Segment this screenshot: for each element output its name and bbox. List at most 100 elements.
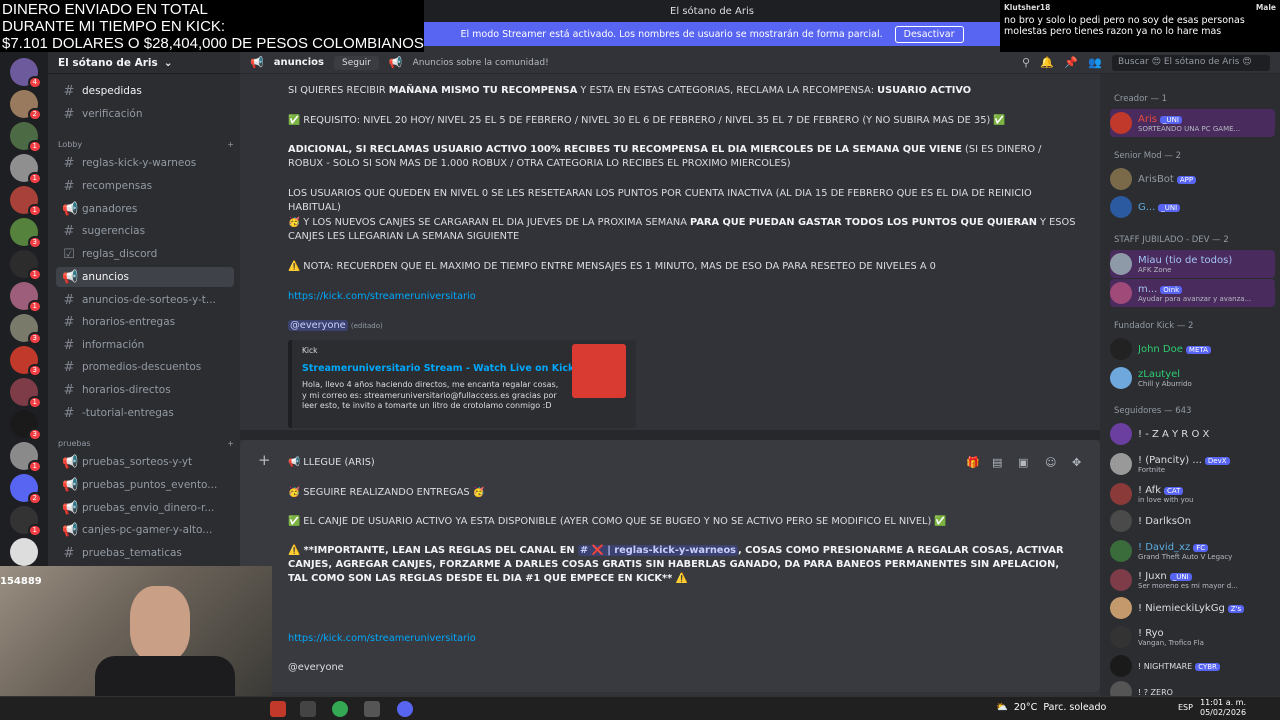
channel-item[interactable]: # información	[56, 335, 234, 355]
everyone-mention[interactable]: @everyone	[288, 320, 348, 331]
plus-icon[interactable]: +	[227, 439, 234, 448]
member-item[interactable]: ! David_xz FC Grand Theft Auto V Legacy	[1110, 537, 1275, 565]
os-taskbar: ⛅ 20°C Parc. soleado ESP 11:01 a. m. 05/02/…	[0, 696, 1280, 720]
avatar	[1110, 338, 1132, 360]
plus-icon[interactable]: +	[227, 140, 234, 149]
plus-icon[interactable]: +	[258, 451, 271, 469]
deactivate-streamer-button[interactable]: Desactivar	[894, 25, 964, 43]
channel-item[interactable]: # anuncios-de-sorteos-y-t...	[56, 290, 234, 310]
message-area: SI QUIERES RECIBIR MAÑANA MISMO TU RECOM…	[240, 74, 1100, 696]
app-icon[interactable]	[364, 701, 380, 717]
weather-widget[interactable]: ⛅ 20°C Parc. soleado	[996, 702, 1106, 713]
app-icon[interactable]	[270, 701, 286, 717]
server-icon[interactable]	[10, 538, 38, 566]
channel-item[interactable]: 📢 canjes-pc-gamer-y-alto...	[56, 520, 234, 540]
server-icon[interactable]: 1	[10, 506, 42, 537]
message-line: ✅ REQUISITO: NIVEL 20 HOY/ NIVEL 25 EL 5…	[288, 115, 1006, 126]
channel-item[interactable]: # pruebas_tematicas	[56, 543, 234, 563]
members-icon[interactable]: 👥	[1088, 56, 1102, 69]
server-icon[interactable]: 1	[10, 186, 42, 217]
server-icon[interactable]: 1	[10, 282, 42, 313]
search-input[interactable]: Buscar 😍 El sótano de Aris 😍	[1112, 55, 1270, 71]
channel-mention[interactable]: # ❌ | reglas-kick-y-warneos	[578, 545, 739, 556]
member-item[interactable]: zLautyel Chill y Aburrido	[1110, 364, 1275, 392]
server-icon[interactable]: 1	[10, 442, 42, 473]
chrome-icon[interactable]	[332, 701, 348, 717]
embed-description: Hola, llevo 4 años haciendo directos, me…	[302, 380, 559, 410]
role-header: STAFF JUBILADO - DEV — 2	[1114, 235, 1229, 245]
message-composer[interactable]: + 🎁 ▤ ▣ ☺ ✥ 📢 LLEGUE (ARIS) 🥳 SEGUIRE RE…	[240, 440, 1100, 692]
window-titlebar: El sótano de Aris	[424, 0, 1000, 22]
channel-item[interactable]: # verificación	[56, 104, 234, 124]
megaphone-icon: 📢	[250, 56, 264, 69]
member-item[interactable]: Miau (tio de todos) AFK Zone	[1110, 250, 1275, 278]
channel-item-selected[interactable]: 📢 anuncios	[56, 267, 234, 287]
embed-thumbnail[interactable]	[572, 344, 626, 398]
member-item[interactable]: John Doe META	[1110, 335, 1275, 363]
channel-item[interactable]: # despedidas	[56, 81, 234, 101]
language-indicator[interactable]: ESP	[1178, 703, 1193, 712]
channel-item[interactable]: 📢 pruebas_envio_dinero-r...	[56, 498, 234, 518]
member-item[interactable]: ! - Z A Y R O X	[1110, 420, 1275, 448]
server-icon[interactable]: 3	[10, 314, 42, 345]
member-item[interactable]: Aris _UNI SORTEANDO UNA PC GAME...	[1110, 109, 1275, 137]
server-icon[interactable]: 3	[10, 346, 42, 377]
member-item[interactable]: ! Afk CAT in love with you	[1110, 480, 1275, 508]
message-link[interactable]: https://kick.com/streameruniversitario	[288, 290, 1078, 304]
member-item[interactable]: ! DarlksOn	[1110, 507, 1275, 535]
server-icon[interactable]: 1	[10, 154, 42, 185]
server-header[interactable]: El sótano de Aris ⌄	[48, 52, 240, 74]
member-item[interactable]: ! Juxn _UNI Ser moreno es mi mayor d...	[1110, 566, 1275, 594]
sun-icon: ⛅	[996, 702, 1008, 713]
channel-item[interactable]: # promedios-descuentos	[56, 357, 234, 377]
server-icon[interactable]: 1	[10, 250, 42, 281]
channel-item[interactable]: # -tutorial-entregas	[56, 403, 234, 423]
server-icon[interactable]: 4	[10, 58, 42, 89]
follow-button[interactable]: Seguir	[334, 55, 379, 70]
channel-item[interactable]: 📢 pruebas_puntos_evento...	[56, 475, 234, 495]
avatar	[1110, 112, 1132, 134]
channel-item[interactable]: # sugerencias	[56, 221, 234, 241]
member-item[interactable]: ! Ryo Vangan, Trofico Fla	[1110, 623, 1275, 651]
pin-icon[interactable]: 📌	[1064, 56, 1078, 69]
server-icon[interactable]: 2	[10, 474, 42, 505]
server-icon[interactable]: 1	[10, 378, 42, 409]
app-icon[interactable]	[300, 701, 316, 717]
draft-link[interactable]: https://kick.com/streameruniversitario	[288, 632, 1078, 646]
channel-item[interactable]: # horarios-directos	[56, 380, 234, 400]
message-line: ⚠️ NOTA: RECUERDEN QUE EL MAXIMO DE TIEM…	[288, 261, 936, 272]
overlay-line-2: DURANTE MI TIEMPO EN KICK:	[2, 18, 226, 35]
channel-item[interactable]: 📢 pruebas_sorteos-y-yt	[56, 452, 234, 472]
server-icon[interactable]: 1	[10, 122, 42, 153]
avatar	[1110, 626, 1132, 648]
category-lobby[interactable]: Lobby +	[58, 140, 234, 149]
channel-item[interactable]: # horarios-entregas	[56, 312, 234, 332]
avatar	[1110, 282, 1132, 304]
server-icon[interactable]: 3	[10, 410, 42, 441]
member-item[interactable]: G... _UNI	[1110, 193, 1275, 221]
bell-icon[interactable]: 🔔	[1040, 56, 1054, 69]
channel-item[interactable]: 📢 ganadores	[56, 199, 234, 219]
stream-chat-overlay: Klutsher18 Male no bro y solo lo pedi per…	[1000, 0, 1280, 52]
member-list: Creador — 1 Aris _UNI SORTEANDO UNA PC GAM…	[1100, 74, 1280, 703]
category-pruebas[interactable]: pruebas +	[58, 439, 234, 448]
member-item[interactable]: ArisBot APP	[1110, 165, 1275, 193]
channel-item[interactable]: ☑ reglas_discord	[56, 244, 234, 264]
member-item[interactable]: m... Oink Ayudar para avanzar y avanza...	[1110, 279, 1275, 307]
draft-line: ✅ EL CANJE DE USUARIO ACTIVO YA ESTA DIS…	[288, 516, 947, 527]
channel-item[interactable]: # recompensas	[56, 176, 234, 196]
member-item[interactable]: ! NiemieckiLykGg Z's	[1110, 594, 1275, 622]
channel-item[interactable]: # reglas-kick-y-warneos	[56, 153, 234, 173]
system-clock[interactable]: 11:01 a. m. 05/02/2026	[1200, 698, 1246, 718]
member-item[interactable]: ! (Pancity) ... DevX Fortnite	[1110, 450, 1275, 478]
streamer-face	[130, 586, 190, 662]
server-icon[interactable]: 2	[10, 90, 42, 121]
chat-tag: Male	[1255, 3, 1276, 12]
hash-icon: #	[63, 337, 75, 353]
server-name: El sótano de Aris	[58, 56, 158, 69]
overlay-line-3: $7.101 DOLARES O $28,404,000 DE PESOS CO…	[2, 35, 424, 52]
threads-icon[interactable]: ⚲	[1022, 56, 1030, 69]
server-icon[interactable]: 3	[10, 218, 42, 249]
discord-icon[interactable]	[397, 701, 413, 717]
member-item[interactable]: ! NIGHTMARE CYBR	[1110, 652, 1275, 680]
